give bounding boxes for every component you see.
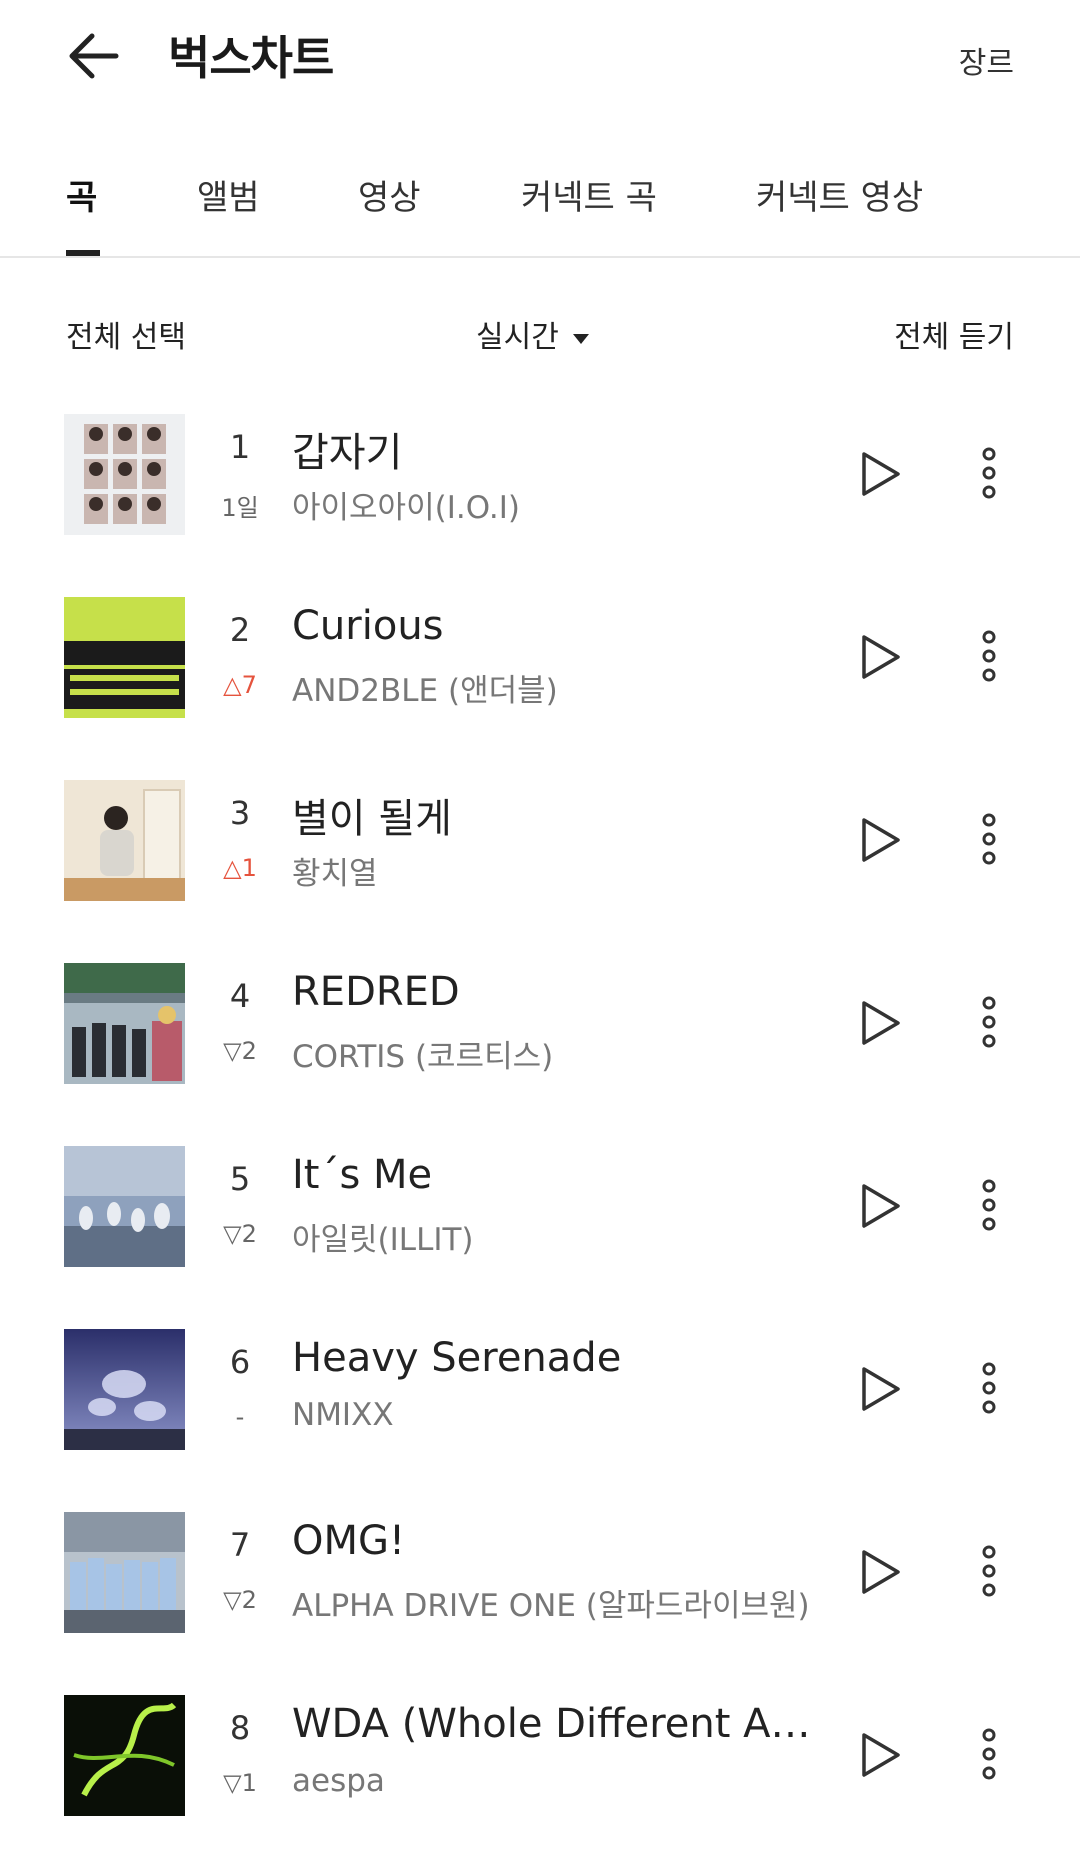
artist-name[interactable]: CORTIS (코르티스) [292, 1031, 852, 1076]
play-icon[interactable] [856, 1731, 904, 1779]
album-art[interactable] [64, 414, 185, 535]
rank-number: 7 [229, 1526, 251, 1564]
album-art[interactable] [64, 1512, 185, 1633]
song-title[interactable]: WDA (Whole Different Anim… [292, 1701, 832, 1747]
chart-row[interactable]: 7 ▽2 OMG! ALPHA DRIVE ONE (알파드라이브원) [0, 1498, 1080, 1681]
play-icon[interactable] [856, 1365, 904, 1413]
rank-change: ▽1 [223, 1769, 257, 1797]
tab-connect-videos[interactable]: 커넥트 영상 [756, 170, 923, 219]
rank-number: 3 [229, 794, 251, 832]
chart-row[interactable]: 8 ▽1 WDA (Whole Different Anim… aespa [0, 1681, 1080, 1864]
back-arrow-icon[interactable] [64, 26, 124, 86]
chart-row[interactable]: 1 1일 갑자기 아이오아이(I.O.I) [0, 400, 1080, 583]
more-options-icon[interactable] [974, 1544, 1004, 1598]
chart-row[interactable]: 6 - Heavy Serenade NMIXX [0, 1315, 1080, 1498]
tab-albums[interactable]: 앨범 [197, 170, 260, 219]
period-label: 실시간 [476, 320, 559, 355]
rank-change: △1 [223, 854, 257, 882]
rank-change: ▽2 [223, 1220, 257, 1248]
rank-number: 2 [229, 611, 251, 649]
artist-name[interactable]: ALPHA DRIVE ONE (알파드라이브원) [292, 1580, 852, 1625]
tab-songs[interactable]: 곡 [66, 170, 97, 219]
rank-change: ▽2 [223, 1586, 257, 1614]
rank-number: 6 [229, 1343, 251, 1381]
album-art[interactable] [64, 780, 185, 901]
more-options-icon[interactable] [974, 446, 1004, 500]
play-icon[interactable] [856, 1182, 904, 1230]
more-options-icon[interactable] [974, 1178, 1004, 1232]
more-options-icon[interactable] [974, 1727, 1004, 1781]
play-icon[interactable] [856, 450, 904, 498]
genre-button[interactable]: 장르 [959, 38, 1014, 82]
list-controls: 전체 선택 실시간 전체 듣기 [0, 300, 1080, 370]
tab-bar: 곡 앨범 영상 커넥트 곡 커넥트 영상 [0, 150, 1080, 258]
song-title[interactable]: Curious [292, 603, 832, 649]
song-title[interactable]: 갑자기 [292, 420, 832, 478]
app-header: 벅스차트 장르 [0, 0, 1080, 110]
play-icon[interactable] [856, 1548, 904, 1596]
song-title[interactable]: 별이 될게 [292, 786, 832, 844]
play-icon[interactable] [856, 633, 904, 681]
song-title[interactable]: Heavy Serenade [292, 1335, 832, 1381]
more-options-icon[interactable] [974, 995, 1004, 1049]
song-title[interactable]: OMG! [292, 1518, 832, 1564]
play-all-button[interactable]: 전체 듣기 [894, 312, 1014, 356]
album-art[interactable] [64, 1695, 185, 1816]
album-art[interactable] [64, 597, 185, 718]
rank-change: - [235, 1403, 245, 1431]
caret-down-icon [572, 333, 589, 344]
active-tab-indicator [66, 250, 100, 256]
chart-row[interactable]: 2 △7 Curious AND2BLE (앤더블) [0, 583, 1080, 766]
tab-videos[interactable]: 영상 [358, 170, 421, 219]
rank-number: 4 [229, 977, 251, 1015]
chart-row[interactable]: 3 △1 별이 될게 황치열 [0, 766, 1080, 949]
more-options-icon[interactable] [974, 812, 1004, 866]
more-options-icon[interactable] [974, 629, 1004, 683]
chart-row[interactable]: 5 ▽2 It´s Me 아일릿(ILLIT) [0, 1132, 1080, 1315]
artist-name[interactable]: 황치열 [292, 848, 852, 893]
album-art[interactable] [64, 1329, 185, 1450]
rank-change: △7 [223, 671, 257, 699]
more-options-icon[interactable] [974, 1361, 1004, 1415]
artist-name[interactable]: 아이오아이(I.O.I) [292, 482, 852, 527]
song-title[interactable]: REDRED [292, 969, 832, 1015]
artist-name[interactable]: 아일릿(ILLIT) [292, 1214, 852, 1259]
tab-connect-songs[interactable]: 커넥트 곡 [521, 170, 657, 219]
artist-name[interactable]: aespa [292, 1763, 852, 1799]
album-art[interactable] [64, 1146, 185, 1267]
rank-number: 1 [229, 428, 251, 466]
page-title: 벅스차트 [168, 31, 334, 85]
rank-number: 5 [229, 1160, 251, 1198]
rank-change: ▽2 [223, 1037, 257, 1065]
rank-change: 1일 [221, 494, 259, 522]
artist-name[interactable]: AND2BLE (앤더블) [292, 665, 852, 710]
album-art[interactable] [64, 963, 185, 1084]
chart-row[interactable]: 4 ▽2 REDRED CORTIS (코르티스) [0, 949, 1080, 1132]
rank-number: 8 [229, 1709, 251, 1747]
song-title[interactable]: It´s Me [292, 1152, 832, 1198]
play-icon[interactable] [856, 999, 904, 1047]
select-all-button[interactable]: 전체 선택 [66, 312, 186, 356]
period-dropdown[interactable]: 실시간 [476, 312, 589, 356]
play-icon[interactable] [856, 816, 904, 864]
artist-name[interactable]: NMIXX [292, 1397, 852, 1433]
